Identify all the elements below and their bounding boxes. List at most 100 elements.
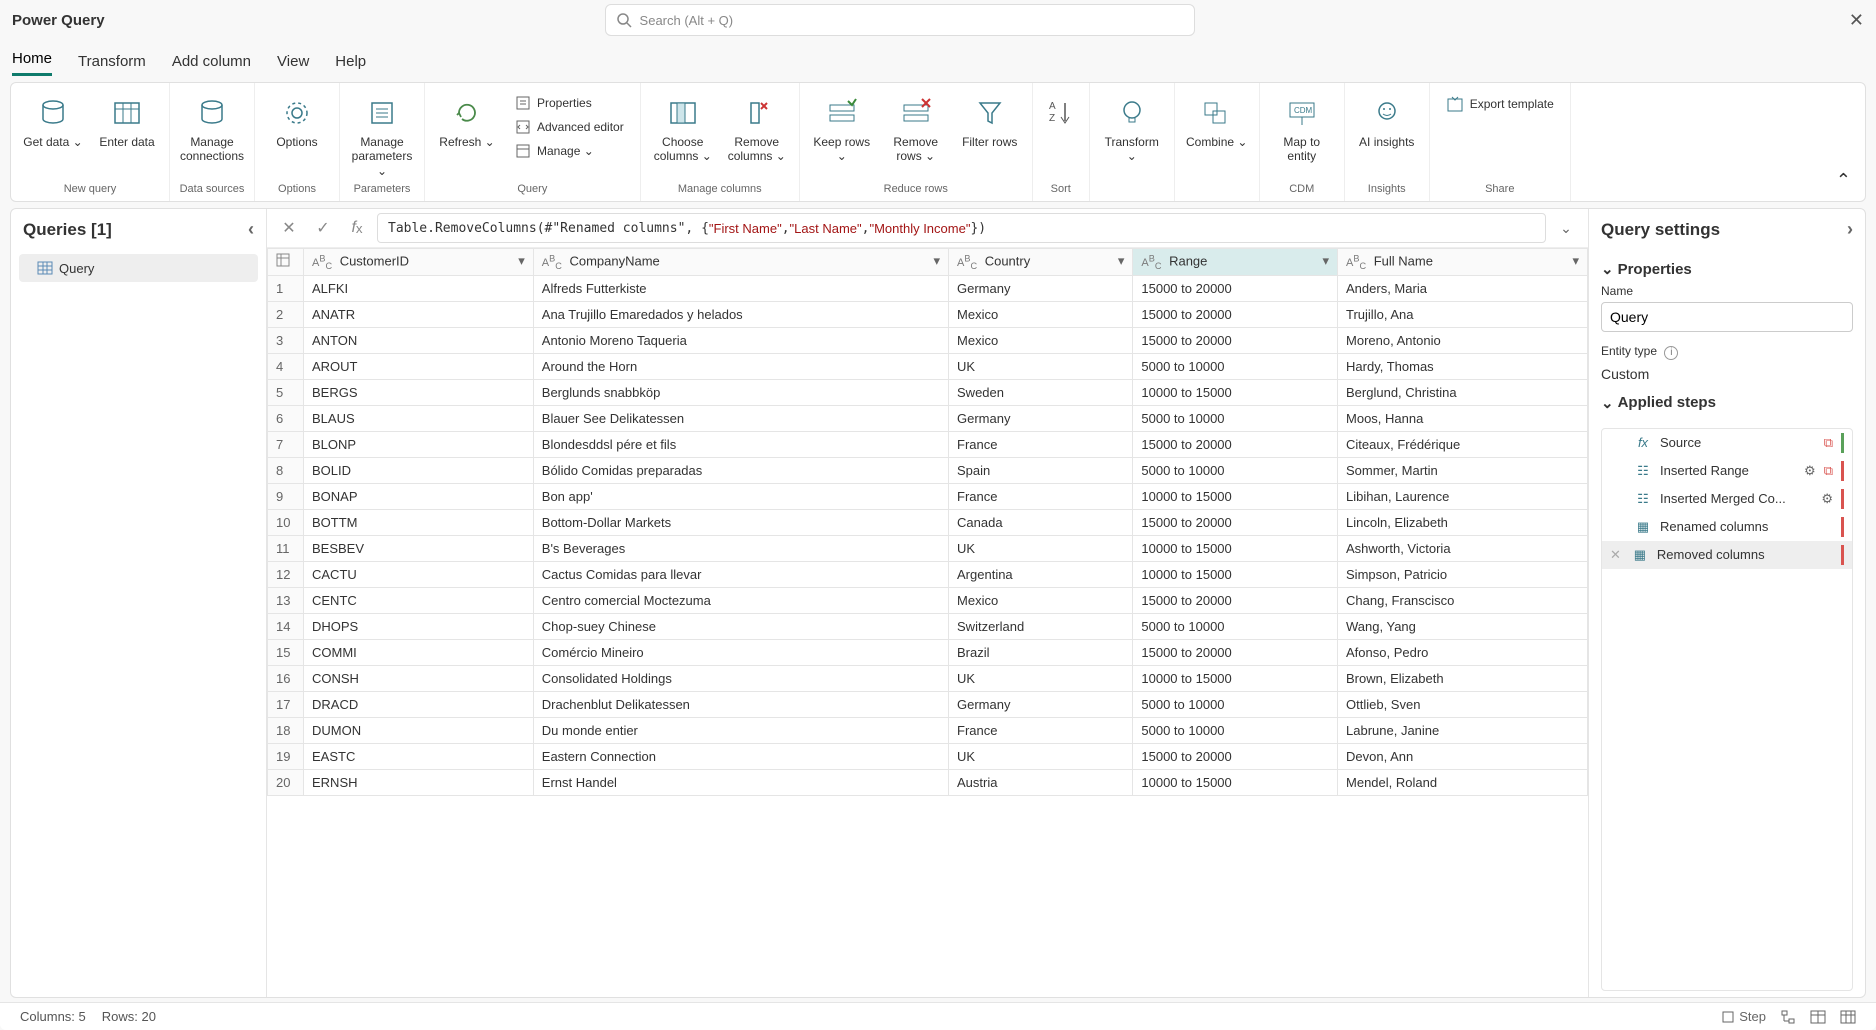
cell[interactable]: 15000 to 20000 bbox=[1133, 431, 1338, 457]
row-number[interactable]: 16 bbox=[268, 665, 304, 691]
cell[interactable]: Trujillo, Ana bbox=[1338, 301, 1588, 327]
formula-accept[interactable]: ✓ bbox=[309, 214, 337, 242]
row-number[interactable]: 18 bbox=[268, 717, 304, 743]
row-number[interactable]: 8 bbox=[268, 457, 304, 483]
ribbon-btn-ai-insights[interactable]: AI insights bbox=[1353, 89, 1421, 153]
cell[interactable]: ALFKI bbox=[304, 275, 534, 301]
ribbon-btn-get-data[interactable]: Get data ⌄ bbox=[19, 89, 87, 153]
step-inserted-range[interactable]: ☷Inserted Range⚙⧉ bbox=[1602, 457, 1852, 485]
ribbon-btn-options[interactable]: Options bbox=[263, 89, 331, 153]
info-icon[interactable]: i bbox=[1664, 346, 1678, 360]
row-number[interactable]: 20 bbox=[268, 769, 304, 795]
cell[interactable]: Ottlieb, Sven bbox=[1338, 691, 1588, 717]
cell[interactable]: 15000 to 20000 bbox=[1133, 587, 1338, 613]
cell[interactable]: CONSH bbox=[304, 665, 534, 691]
cell[interactable]: Moos, Hanna bbox=[1338, 405, 1588, 431]
ribbon-small-manage[interactable]: Manage ⌄ bbox=[513, 141, 626, 161]
cell[interactable]: 5000 to 10000 bbox=[1133, 613, 1338, 639]
table-row[interactable]: 1ALFKIAlfreds FutterkisteGermany15000 to… bbox=[268, 275, 1588, 301]
queries-collapse[interactable]: ‹ bbox=[248, 219, 254, 240]
cell[interactable]: Brown, Elizabeth bbox=[1338, 665, 1588, 691]
column-filter-icon[interactable]: ▾ bbox=[1572, 253, 1579, 269]
cell[interactable]: Antonio Moreno Taqueria bbox=[533, 327, 948, 353]
cell[interactable]: Comércio Mineiro bbox=[533, 639, 948, 665]
grid-corner[interactable] bbox=[268, 249, 304, 276]
cell[interactable]: Austria bbox=[949, 769, 1133, 795]
properties-section[interactable]: ⌄ Properties bbox=[1601, 260, 1853, 278]
gear-icon[interactable]: ⚙ bbox=[1804, 463, 1816, 479]
table-row[interactable]: 17DRACDDrachenblut DelikatessenGermany50… bbox=[268, 691, 1588, 717]
applied-steps-section[interactable]: ⌄ Applied steps bbox=[1601, 394, 1853, 412]
row-number[interactable]: 6 bbox=[268, 405, 304, 431]
cell[interactable]: Mendel, Roland bbox=[1338, 769, 1588, 795]
row-number[interactable]: 17 bbox=[268, 691, 304, 717]
cell[interactable]: 5000 to 10000 bbox=[1133, 717, 1338, 743]
cell[interactable]: CACTU bbox=[304, 561, 534, 587]
cell[interactable]: 5000 to 10000 bbox=[1133, 353, 1338, 379]
cell[interactable]: AROUT bbox=[304, 353, 534, 379]
column-filter-icon[interactable]: ▾ bbox=[518, 253, 525, 269]
ribbon-btn-sort[interactable]: AZ bbox=[1041, 89, 1081, 137]
cell[interactable]: ERNSH bbox=[304, 769, 534, 795]
cell[interactable]: DUMON bbox=[304, 717, 534, 743]
cell[interactable]: UK bbox=[949, 535, 1133, 561]
cell[interactable]: Mexico bbox=[949, 327, 1133, 353]
cell[interactable]: Sommer, Martin bbox=[1338, 457, 1588, 483]
cell[interactable]: Mexico bbox=[949, 587, 1133, 613]
cell[interactable]: BLONP bbox=[304, 431, 534, 457]
cell[interactable]: ANATR bbox=[304, 301, 534, 327]
step-warn-icon[interactable]: ⧉ bbox=[1824, 463, 1833, 479]
step-renamed-columns[interactable]: ▦Renamed columns bbox=[1602, 513, 1852, 541]
cell[interactable]: Bottom-Dollar Markets bbox=[533, 509, 948, 535]
table-row[interactable]: 4AROUTAround the HornUK5000 to 10000Hard… bbox=[268, 353, 1588, 379]
cell[interactable]: Chop-suey Chinese bbox=[533, 613, 948, 639]
cell[interactable]: 15000 to 20000 bbox=[1133, 509, 1338, 535]
cell[interactable]: 10000 to 15000 bbox=[1133, 379, 1338, 405]
cell[interactable]: Ernst Handel bbox=[533, 769, 948, 795]
cell[interactable]: 10000 to 15000 bbox=[1133, 483, 1338, 509]
ribbon-btn-remove-columns[interactable]: Remove columns ⌄ bbox=[723, 89, 791, 168]
formula-fx[interactable]: fx bbox=[343, 214, 371, 242]
cell[interactable]: Centro comercial Moctezuma bbox=[533, 587, 948, 613]
ribbon-btn-combine[interactable]: Combine ⌄ bbox=[1183, 89, 1251, 153]
cell[interactable]: DHOPS bbox=[304, 613, 534, 639]
table-row[interactable]: 15COMMIComércio MineiroBrazil15000 to 20… bbox=[268, 639, 1588, 665]
cell[interactable]: Germany bbox=[949, 691, 1133, 717]
cell[interactable]: Argentina bbox=[949, 561, 1133, 587]
cell[interactable]: Sweden bbox=[949, 379, 1133, 405]
ribbon-small-advanced-editor[interactable]: Advanced editor bbox=[513, 117, 626, 137]
cell[interactable]: Du monde entier bbox=[533, 717, 948, 743]
cell[interactable]: EASTC bbox=[304, 743, 534, 769]
cell[interactable]: Citeaux, Frédérique bbox=[1338, 431, 1588, 457]
cell[interactable]: France bbox=[949, 483, 1133, 509]
cell[interactable]: Libihan, Laurence bbox=[1338, 483, 1588, 509]
tab-transform[interactable]: Transform bbox=[78, 53, 146, 76]
cell[interactable]: Around the Horn bbox=[533, 353, 948, 379]
cell[interactable]: 5000 to 10000 bbox=[1133, 457, 1338, 483]
cell[interactable]: 10000 to 15000 bbox=[1133, 769, 1338, 795]
column-filter-icon[interactable]: ▾ bbox=[1118, 253, 1125, 269]
cell[interactable]: Eastern Connection bbox=[533, 743, 948, 769]
column-filter-icon[interactable]: ▾ bbox=[933, 253, 940, 269]
ribbon-btn-enter-data[interactable]: Enter data bbox=[93, 89, 161, 153]
row-number[interactable]: 10 bbox=[268, 509, 304, 535]
tab-home[interactable]: Home bbox=[12, 50, 52, 76]
cell[interactable]: 10000 to 15000 bbox=[1133, 535, 1338, 561]
ribbon-btn-keep-rows[interactable]: Keep rows ⌄ bbox=[808, 89, 876, 168]
cell[interactable]: Germany bbox=[949, 275, 1133, 301]
cell[interactable]: Labrune, Janine bbox=[1338, 717, 1588, 743]
table-row[interactable]: 14DHOPSChop-suey ChineseSwitzerland5000 … bbox=[268, 613, 1588, 639]
cell[interactable]: BOLID bbox=[304, 457, 534, 483]
cell[interactable]: UK bbox=[949, 743, 1133, 769]
table-row[interactable]: 7BLONPBlondesddsl pére et filsFrance1500… bbox=[268, 431, 1588, 457]
ribbon-small-properties[interactable]: Properties bbox=[513, 93, 626, 113]
query-name-input[interactable] bbox=[1601, 302, 1853, 332]
cell[interactable]: ANTON bbox=[304, 327, 534, 353]
cell[interactable]: Devon, Ann bbox=[1338, 743, 1588, 769]
table-row[interactable]: 3ANTONAntonio Moreno TaqueriaMexico15000… bbox=[268, 327, 1588, 353]
cell[interactable]: 5000 to 10000 bbox=[1133, 405, 1338, 431]
cell[interactable]: B's Beverages bbox=[533, 535, 948, 561]
cell[interactable]: 15000 to 20000 bbox=[1133, 301, 1338, 327]
cell[interactable]: UK bbox=[949, 353, 1133, 379]
row-number[interactable]: 3 bbox=[268, 327, 304, 353]
